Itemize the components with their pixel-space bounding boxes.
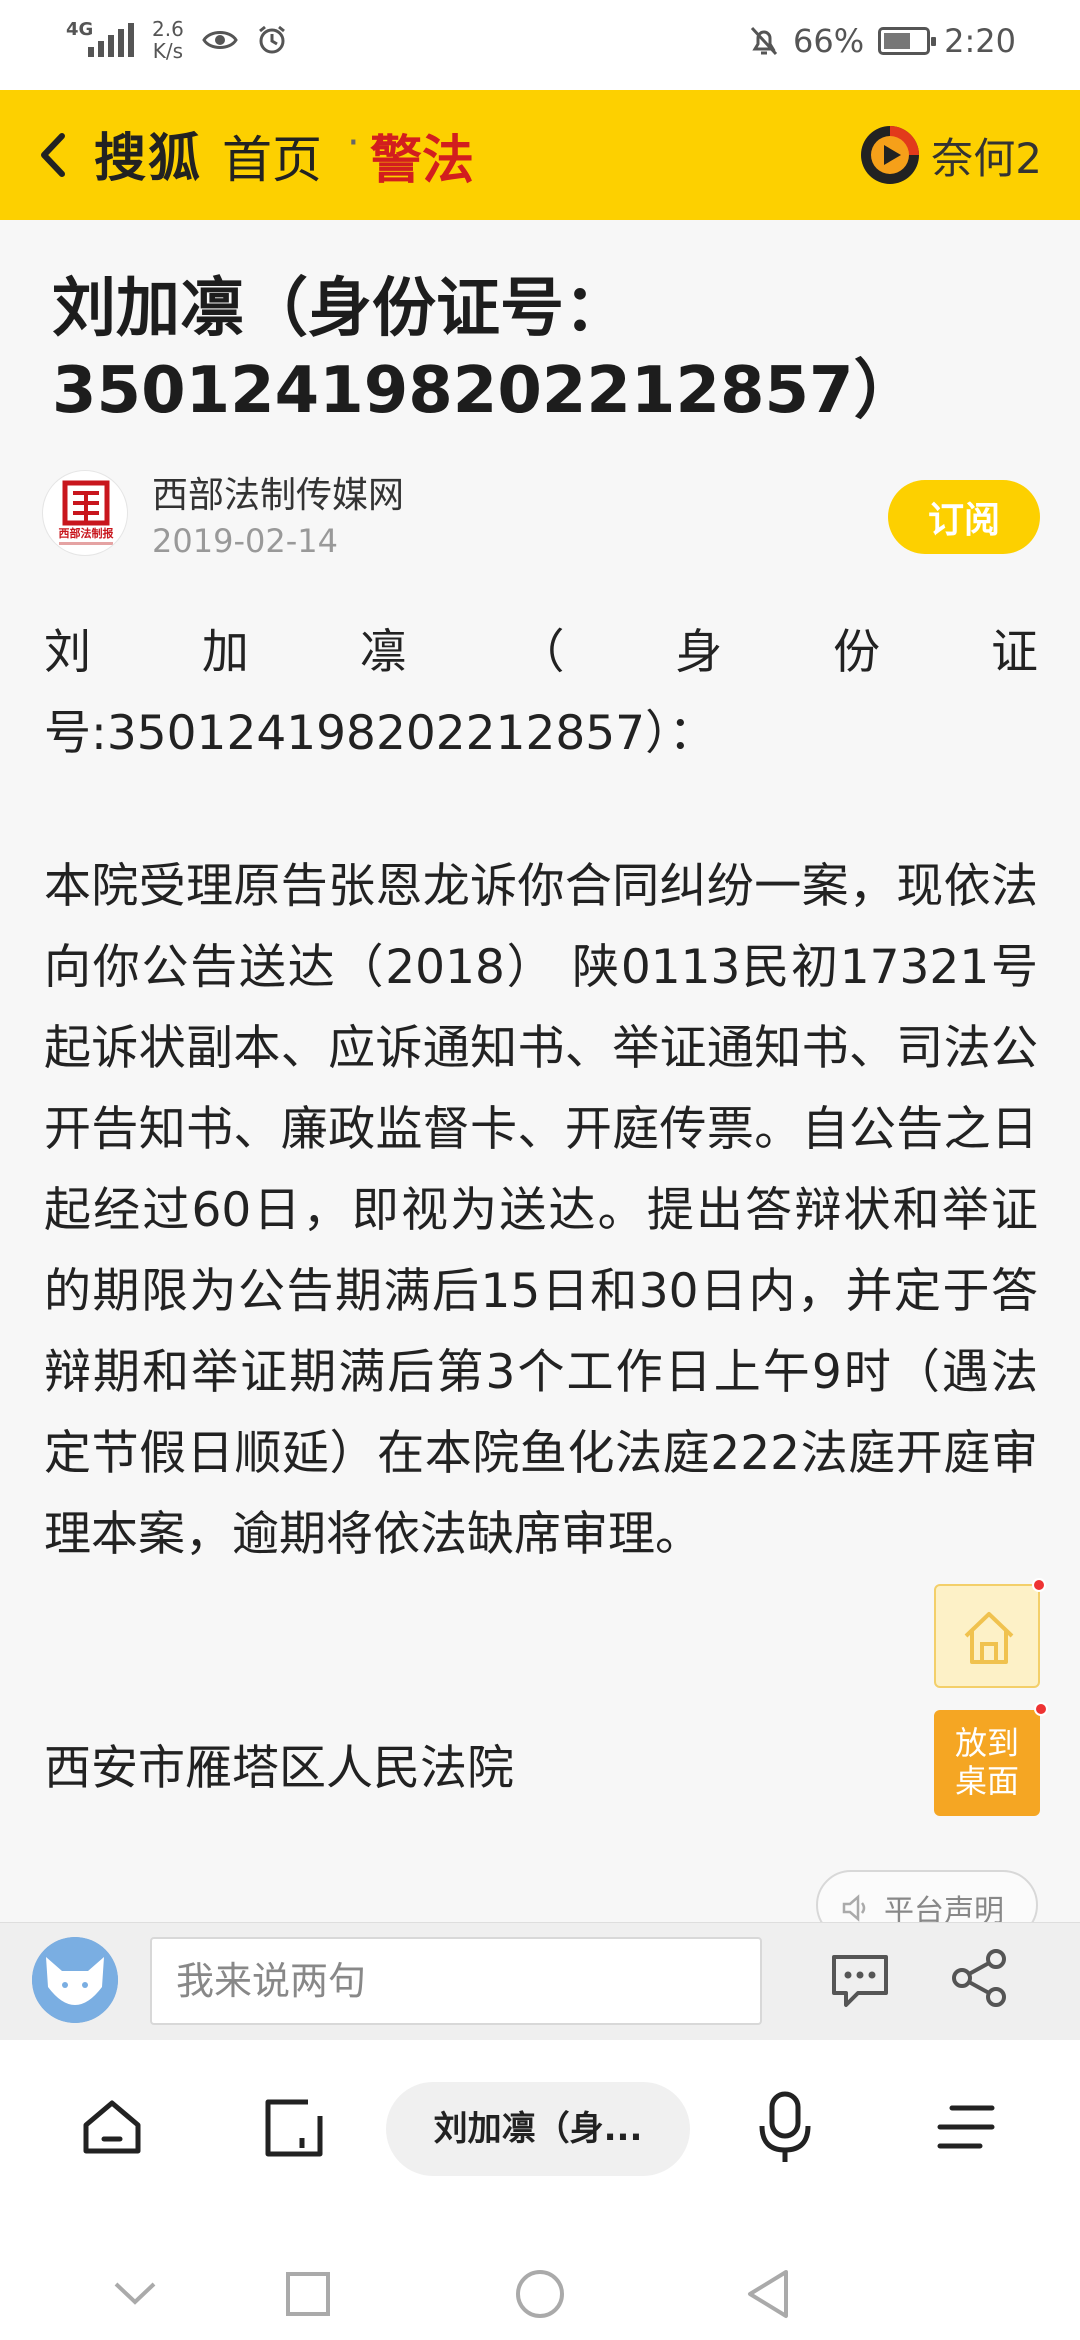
user-account[interactable]: 奈何2 bbox=[859, 124, 1042, 186]
status-bar: 4G 2.6 K/s 66% 2:20 bbox=[0, 0, 1080, 90]
clock: 2:20 bbox=[944, 22, 1016, 60]
eye-icon bbox=[202, 31, 238, 49]
network-speed: 2.6 K/s bbox=[152, 17, 184, 63]
fox-avatar-icon bbox=[32, 1937, 118, 2023]
comment-input[interactable]: 我来说两句 bbox=[150, 1937, 762, 2025]
browser-bottom-nav: 刘加凛（身... bbox=[0, 2040, 1080, 2250]
recents-square-icon[interactable] bbox=[284, 2270, 332, 2318]
browser-home-icon[interactable] bbox=[80, 2095, 144, 2159]
salutation-char: 证 bbox=[990, 625, 1038, 680]
video-play-logo-icon bbox=[861, 126, 920, 184]
salutation-char: 凛 bbox=[359, 625, 407, 680]
speaker-icon bbox=[842, 1894, 866, 1922]
author-logo-icon: 西部法制报 bbox=[59, 480, 115, 545]
salutation-char: 加 bbox=[201, 625, 249, 680]
author-avatar[interactable]: 西部法制报 bbox=[42, 470, 128, 556]
salutation-char: （ bbox=[517, 625, 565, 680]
float-home-button[interactable] bbox=[934, 1578, 1046, 1688]
alarm-icon bbox=[258, 25, 285, 54]
home-link[interactable]: 首页 bbox=[222, 120, 322, 192]
battery-icon bbox=[878, 27, 937, 55]
salutation-char: 刘 bbox=[44, 625, 91, 680]
signal-icon: 4G bbox=[66, 19, 134, 57]
home-outline-icon bbox=[964, 1612, 1014, 1664]
battery-percent: 66% bbox=[793, 22, 865, 60]
menu-icon[interactable] bbox=[936, 2102, 996, 2152]
back-triangle-icon[interactable] bbox=[744, 2268, 792, 2320]
top-header: 搜狐 首页 · 警法 奈何2 bbox=[0, 90, 1080, 220]
sohu-logo[interactable]: 搜狐 bbox=[94, 116, 202, 191]
header-separator: · bbox=[347, 120, 360, 166]
user-name: 奈何2 bbox=[931, 133, 1042, 183]
salutation-line-1: 刘 加 凛 （ 身 份 证 bbox=[44, 612, 1038, 693]
comment-bar: 我来说两句 bbox=[0, 1922, 1080, 2040]
tabs-icon[interactable] bbox=[262, 2096, 326, 2160]
salutation-char: 份 bbox=[833, 625, 881, 680]
system-navigation-bar bbox=[0, 2250, 1080, 2340]
salutation-line-2: 号:350124198202212857）： bbox=[44, 706, 716, 761]
back-arrow-icon[interactable] bbox=[26, 126, 84, 184]
salutation: 刘 加 凛 （ 身 份 证 号:350124198202212857）： bbox=[44, 612, 1038, 774]
current-page-tab[interactable]: 刘加凛（身... bbox=[386, 2082, 690, 2176]
author-name[interactable]: 西部法制传媒网 bbox=[152, 466, 404, 518]
salutation-char: 身 bbox=[675, 625, 723, 680]
article-title: 刘加凛（身份证号：350124198202212857） bbox=[52, 272, 918, 428]
network-type: 4G bbox=[66, 19, 94, 40]
notification-dot bbox=[1032, 1578, 1046, 1592]
mute-bell-icon bbox=[750, 26, 778, 56]
subscribe-button[interactable]: 订阅 bbox=[888, 480, 1040, 554]
article-body: 本院受理原告张恩龙诉你合同纠纷一案，现依法向你公告送达（2018） 陕0113民… bbox=[44, 859, 1038, 1562]
user-avatar[interactable] bbox=[32, 1937, 118, 2023]
comments-icon[interactable] bbox=[828, 1951, 892, 2011]
author-logo-text: 西部法制报 bbox=[59, 526, 115, 540]
channel-name[interactable]: 警法 bbox=[370, 118, 474, 193]
home-circle-icon[interactable] bbox=[514, 2268, 566, 2320]
article-signature: 西安市雁塔区人民法院 bbox=[44, 1741, 514, 1796]
add-to-desktop-button[interactable]: 放到 桌面 bbox=[934, 1702, 1048, 1816]
collapse-chevron-icon[interactable] bbox=[112, 2278, 158, 2308]
notification-dot bbox=[1034, 1702, 1048, 1716]
share-icon[interactable] bbox=[948, 1947, 1010, 2009]
publish-date: 2019-02-14 bbox=[152, 522, 338, 560]
microphone-icon[interactable] bbox=[754, 2090, 816, 2166]
